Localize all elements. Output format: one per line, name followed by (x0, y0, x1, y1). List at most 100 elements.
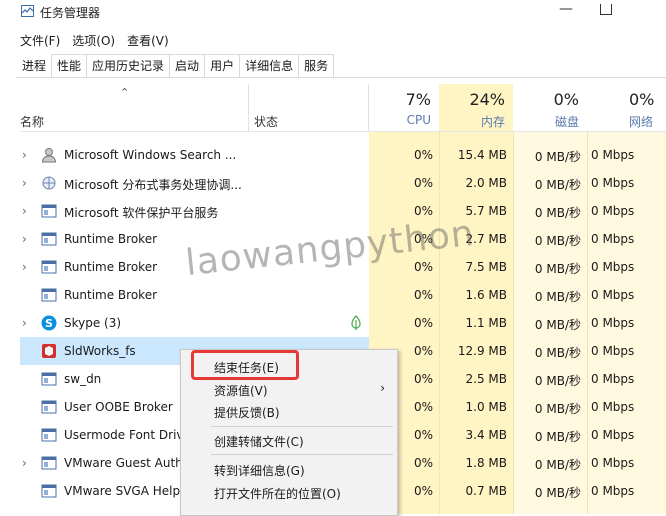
process-name: Skype (3) (64, 316, 122, 330)
menu-file[interactable]: 文件(F) (20, 30, 60, 50)
network-icon (41, 175, 57, 191)
column-header-memory[interactable]: 24% 内存 (439, 84, 513, 131)
menu-view[interactable]: 查看(V) (127, 30, 169, 50)
memory-value: 2.0 MB (465, 176, 507, 190)
network-value: 0 Mbps (591, 316, 635, 330)
memory-value: 7.5 MB (465, 260, 507, 274)
cpu-value: 0% (413, 232, 433, 246)
window-icon (41, 455, 57, 471)
disk-value: 0 MB/秒 (534, 290, 581, 304)
tab-app-history[interactable]: 应用历史记录 (86, 54, 171, 77)
network-total-percent: 0% (629, 90, 655, 109)
network-value: 0 Mbps (591, 176, 635, 190)
menu-separator (211, 454, 393, 455)
network-value: 0 Mbps (591, 372, 635, 386)
process-name: Microsoft Windows Search ... (64, 148, 237, 162)
memory-value: 12.9 MB (457, 344, 507, 358)
disk-value: 0 MB/秒 (534, 234, 581, 248)
cpu-value: 0% (413, 176, 433, 190)
tab-processes[interactable]: 进程 (16, 54, 53, 77)
tab-performance[interactable]: 性能 (51, 54, 88, 77)
minimize-button[interactable]: — (557, 2, 575, 22)
expand-chevron-icon[interactable]: › (22, 456, 27, 470)
menu-bar: 文件(F) 选项(O) 查看(V) (20, 30, 169, 50)
cpu-value: 0% (413, 260, 433, 274)
column-header-name[interactable]: 名称 (20, 113, 44, 130)
table-row[interactable]: Runtime Broker 0% 1.6 MB 0 MB/秒 0 Mbps (0, 281, 666, 309)
expand-chevron-icon[interactable]: › (22, 148, 27, 162)
memory-value: 3.4 MB (465, 428, 507, 442)
column-header-status[interactable]: 状态 (254, 113, 278, 130)
tab-startup[interactable]: 启动 (169, 54, 206, 77)
memory-value: 1.6 MB (465, 288, 507, 302)
disk-value: 0 MB/秒 (534, 402, 581, 416)
network-value: 0 Mbps (591, 288, 635, 302)
memory-value: 2.7 MB (465, 232, 507, 246)
disk-value: 0 MB/秒 (534, 178, 581, 192)
tab-users[interactable]: 用户 (204, 54, 241, 77)
tab-bar: 进程 性能 应用历史记录 启动 用户 详细信息 服务 (16, 54, 335, 78)
expand-chevron-icon[interactable]: › (22, 176, 27, 190)
table-row[interactable]: › Microsoft 软件保护平台服务 0% 5.7 MB 0 MB/秒 0 Mbps (0, 197, 666, 225)
resource-values-label: 资源值(V) (214, 384, 268, 398)
process-name: Microsoft 分布式事务处理协调... (64, 178, 242, 192)
disk-value: 0 MB/秒 (534, 374, 581, 388)
table-row[interactable]: › Microsoft 分布式事务处理协调... 0% 2.0 MB 0 MB/秒 0 M… (0, 169, 666, 197)
feedback-label: 提供反馈(B) (214, 406, 280, 420)
title-bar: 任务管理器 — (0, 0, 666, 28)
annotation-highlight-box (191, 350, 299, 380)
expand-chevron-icon[interactable]: › (22, 260, 27, 274)
sort-ascending-icon[interactable]: ⌃ (120, 86, 129, 99)
disk-value: 0 MB/秒 (534, 430, 581, 444)
process-name: VMware Guest Auth (64, 456, 183, 470)
menu-item-feedback[interactable]: 提供反馈(B) (181, 400, 397, 422)
create-dump-label: 创建转储文件(C) (214, 435, 304, 449)
process-name: Usermode Font Driv (64, 428, 184, 442)
solidworks-icon (41, 343, 57, 359)
menu-item-go-to-details[interactable]: 转到详细信息(G) (181, 458, 397, 480)
memory-total-percent: 24% (469, 90, 505, 109)
memory-value: 1.0 MB (465, 400, 507, 414)
menu-separator (211, 426, 393, 427)
menu-item-resource-values[interactable]: 资源值(V) › (181, 378, 397, 400)
expand-chevron-icon[interactable]: › (22, 204, 27, 218)
network-value: 0 Mbps (591, 204, 635, 218)
menu-item-create-dump[interactable]: 创建转储文件(C) (181, 429, 397, 451)
network-label: 网络 (629, 115, 654, 129)
disk-value: 0 MB/秒 (534, 486, 581, 500)
cpu-value: 0% (413, 288, 433, 302)
disk-total-percent: 0% (553, 90, 579, 109)
column-header-network[interactable]: 0% 网络 (587, 84, 666, 131)
network-value: 0 Mbps (591, 232, 635, 246)
table-row[interactable]: › Runtime Broker 0% 2.7 MB 0 MB/秒 0 Mbps (0, 225, 666, 253)
tab-services[interactable]: 服务 (298, 54, 335, 77)
table-row[interactable]: › Microsoft Windows Search ... 0% 15.4 MB 0 … (0, 141, 666, 169)
table-row[interactable]: › S Skype (3) 0% 1.1 MB 0 MB/秒 0 Mbps (0, 309, 666, 337)
disk-label: 磁盘 (554, 115, 579, 129)
menu-item-open-file-location[interactable]: 打开文件所在的位置(O) (181, 481, 397, 503)
column-header-disk[interactable]: 0% 磁盘 (513, 84, 587, 131)
menu-options[interactable]: 选项(O) (72, 30, 115, 50)
window-icon (41, 203, 57, 219)
process-name: Runtime Broker (64, 232, 158, 246)
memory-value: 15.4 MB (457, 148, 507, 162)
disk-value: 0 MB/秒 (534, 150, 581, 164)
window-title: 任务管理器 (40, 6, 101, 20)
disk-value: 0 MB/秒 (534, 318, 581, 332)
expand-chevron-icon[interactable]: › (22, 316, 27, 330)
task-manager-icon (21, 5, 34, 17)
header-separator[interactable] (248, 84, 249, 131)
network-value: 0 Mbps (591, 484, 635, 498)
tab-details[interactable]: 详细信息 (239, 54, 300, 77)
table-row[interactable]: › Runtime Broker 0% 7.5 MB 0 MB/秒 0 Mbps (0, 253, 666, 281)
column-header-cpu[interactable]: 7% CPU (369, 84, 439, 131)
process-name: VMware SVGA Help (64, 484, 181, 498)
expand-chevron-icon[interactable]: › (22, 232, 27, 246)
window-icon (41, 287, 57, 303)
process-name: sw_dn (64, 372, 102, 386)
network-value: 0 Mbps (591, 260, 635, 274)
network-value: 0 Mbps (591, 400, 635, 414)
window-icon (41, 399, 57, 415)
network-value: 0 Mbps (591, 148, 635, 162)
maximize-button[interactable] (600, 4, 612, 15)
